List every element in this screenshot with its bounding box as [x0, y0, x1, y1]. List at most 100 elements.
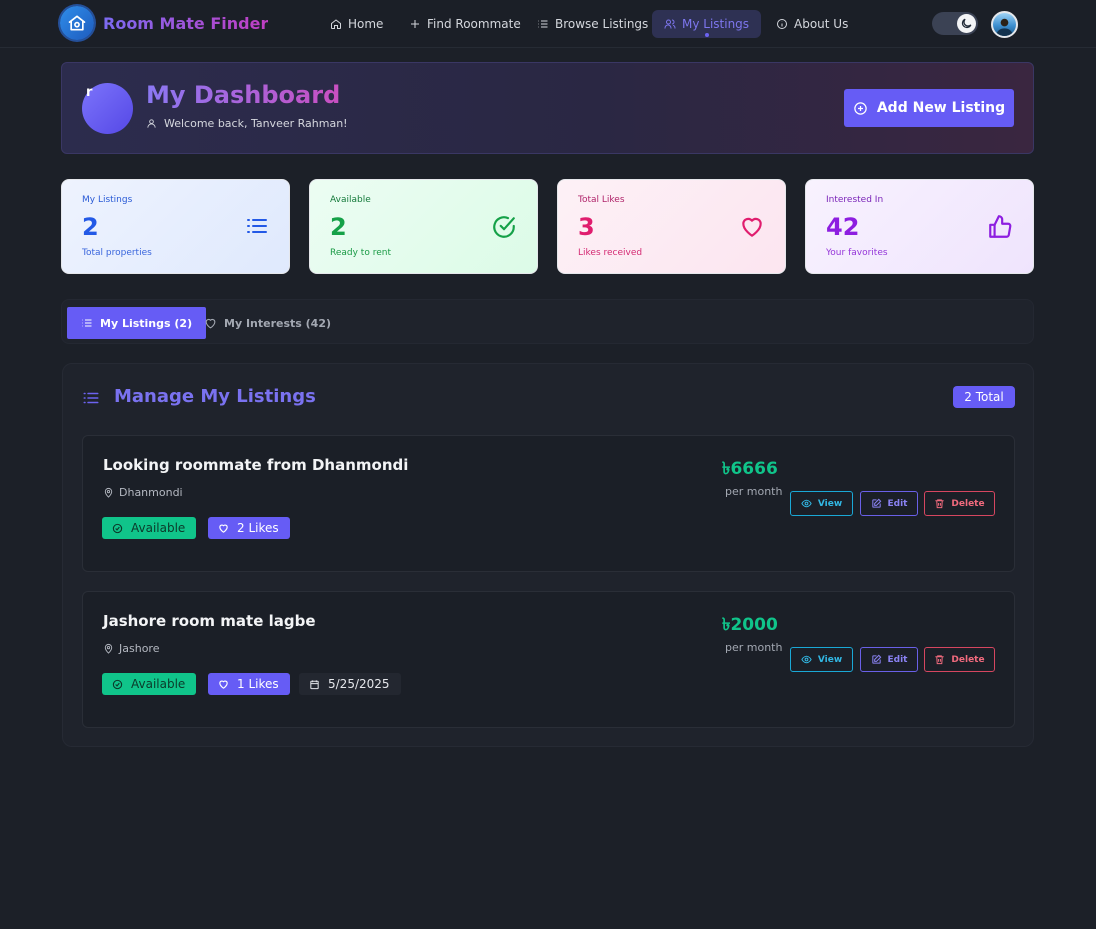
edit-button[interactable]: Edit [860, 491, 918, 516]
user-icon [146, 118, 164, 129]
section-title: Manage My Listings [114, 386, 316, 407]
stat-subtitle: Ready to rent [330, 248, 391, 258]
check-circle-icon [112, 679, 131, 690]
listing-tabs: My Listings (2) My Interests (42) [61, 299, 1034, 344]
stat-subtitle: Likes received [578, 248, 643, 258]
heart-icon [204, 317, 224, 330]
manage-listings-panel: Manage My Listings 2 Total Looking roomm… [62, 363, 1034, 747]
nav-link-home[interactable]: Home [318, 10, 395, 38]
availability-text: Available [131, 521, 186, 535]
delete-button[interactable]: Delete [924, 647, 995, 672]
likes-text: 2 Likes [237, 521, 279, 535]
trash-icon [934, 654, 951, 665]
thumbs-up-icon [987, 214, 1013, 240]
stat-value: 2 [82, 213, 99, 241]
heart-icon [739, 214, 765, 240]
plus-icon [409, 18, 427, 30]
info-icon [776, 18, 794, 30]
brand-name: Room Mate Finder [103, 13, 269, 33]
check-circle-icon [491, 214, 517, 240]
view-button[interactable]: View [790, 647, 853, 672]
nav-link-find-roommate[interactable]: Find Roommate [397, 10, 533, 38]
edit-label: Edit [887, 498, 908, 509]
stat-label: Total Likes [578, 195, 625, 205]
house-logo-icon [60, 6, 94, 40]
listing-title: Jashore room mate lagbe [103, 612, 316, 630]
list-icon [245, 214, 269, 238]
avatar-glyph: r [86, 85, 93, 100]
view-button[interactable]: View [790, 491, 853, 516]
availability-badge: Available [102, 517, 197, 539]
likes-badge: 1 Likes [208, 673, 290, 695]
list-icon [537, 18, 555, 30]
nav-link-my-listings[interactable]: My Listings [652, 10, 762, 38]
availability-badge: Available [102, 673, 197, 695]
listing-card: Jashore room mate lagbe Jashore Availabl… [82, 591, 1015, 728]
stat-label: Interested In [826, 195, 884, 205]
edit-label: Edit [887, 654, 908, 665]
price-period: per month [725, 641, 783, 654]
date-text: 5/25/2025 [328, 677, 390, 691]
view-label: View [817, 498, 843, 509]
eye-icon [801, 498, 818, 509]
stat-card-available: Available 2 Ready to rent [309, 179, 538, 274]
location-text: Jashore [119, 642, 160, 655]
stat-label: Available [330, 195, 371, 205]
stat-card-interested-in: Interested In 42 Your favorites [805, 179, 1034, 274]
tab-label: My Interests (42) [224, 316, 332, 330]
list-icon [81, 317, 100, 329]
brand-logo[interactable]: Room Mate Finder [60, 6, 268, 40]
heart-icon [218, 523, 237, 534]
moon-icon [957, 14, 976, 33]
theme-toggle[interactable] [932, 12, 978, 35]
user-avatar[interactable] [991, 11, 1018, 38]
check-circle-icon [112, 523, 131, 534]
welcome-message: Welcome back, Tanveer Rahman! [146, 117, 348, 130]
stat-subtitle: Total properties [82, 248, 152, 258]
eye-icon [801, 654, 818, 665]
nav-link-label: About Us [794, 17, 849, 31]
location-text: Dhanmondi [119, 486, 183, 499]
heart-icon [218, 679, 237, 690]
add-new-listing-button[interactable]: Add New Listing [844, 89, 1014, 127]
total-count-badge: 2 Total [953, 386, 1015, 408]
stat-value: 42 [826, 213, 860, 241]
nav-link-label: My Listings [682, 17, 750, 31]
tab-label: My Listings (2) [100, 316, 193, 330]
tab-my-listings[interactable]: My Listings (2) [67, 307, 207, 339]
stat-card-total-likes: Total Likes 3 Likes received [557, 179, 786, 274]
welcome-text: Welcome back, Tanveer Rahman! [164, 117, 348, 130]
listing-price: ৳2000 [722, 615, 778, 635]
delete-button[interactable]: Delete [924, 491, 995, 516]
stat-subtitle: Your favorites [826, 248, 888, 258]
listing-location: Jashore [103, 642, 159, 655]
nav-link-about-us[interactable]: About Us [764, 10, 860, 38]
delete-label: Delete [951, 498, 985, 509]
list-icon [82, 389, 100, 407]
calendar-icon [309, 679, 328, 690]
nav-link-browse-listings[interactable]: Browse Listings [525, 10, 660, 38]
trash-icon [934, 498, 951, 509]
listing-title: Looking roommate from Dhanmondi [103, 456, 409, 474]
likes-text: 1 Likes [237, 677, 279, 691]
listing-location: Dhanmondi [103, 486, 183, 499]
edit-icon [871, 654, 888, 665]
edit-button[interactable]: Edit [860, 647, 918, 672]
dashboard-header: r My Dashboard Welcome back, Tanveer Rah… [61, 62, 1034, 154]
view-label: View [817, 654, 843, 665]
stat-card-my-listings: My Listings 2 Total properties [61, 179, 290, 274]
nav-link-label: Browse Listings [555, 17, 649, 31]
home-icon [330, 18, 348, 30]
users-icon [664, 18, 682, 30]
date-badge: 5/25/2025 [299, 673, 401, 695]
navbar: Room Mate Finder Home Find Roommate Brow… [0, 0, 1096, 48]
stat-value: 2 [330, 213, 347, 241]
tab-my-interests[interactable]: My Interests (42) [190, 307, 345, 339]
active-indicator [704, 33, 709, 37]
availability-text: Available [131, 677, 186, 691]
stat-value: 3 [578, 213, 595, 241]
add-new-listing-label: Add New Listing [876, 100, 1006, 116]
nav-link-label: Find Roommate [427, 17, 521, 31]
nav-link-label: Home [348, 17, 384, 31]
stat-label: My Listings [82, 195, 133, 205]
